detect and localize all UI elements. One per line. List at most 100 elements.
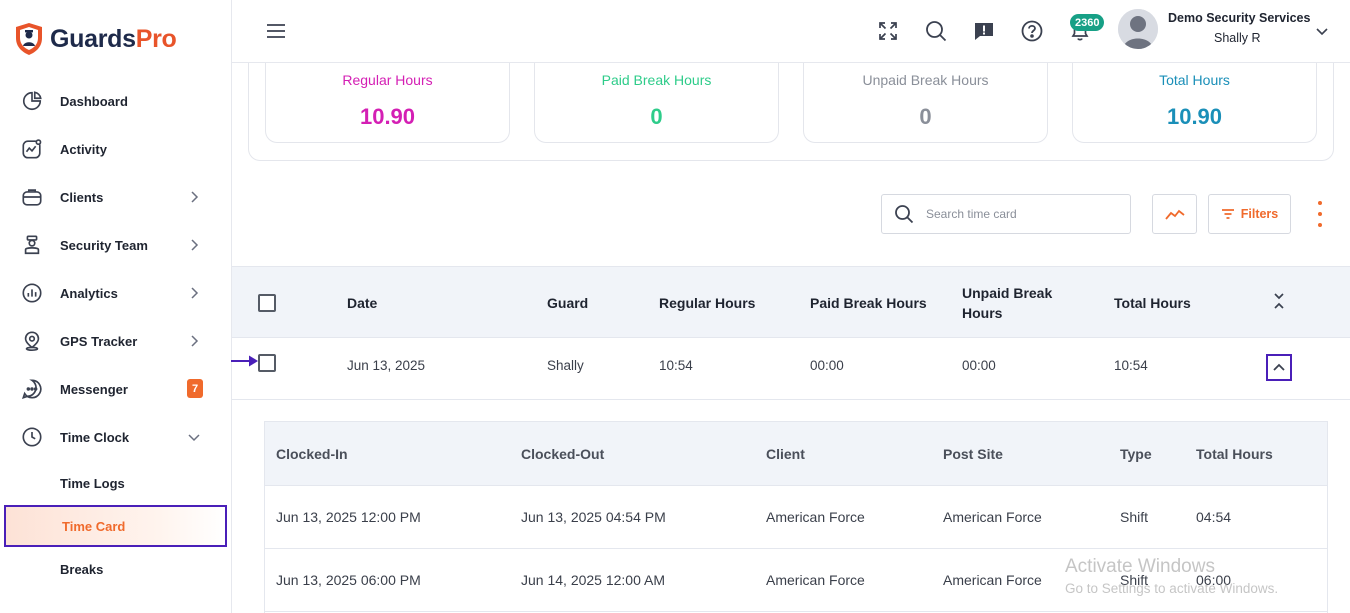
sidebar-subitem-breaks[interactable]: Breaks <box>0 547 231 591</box>
column-header-clocked-out: Clocked-Out <box>521 446 605 462</box>
user-company[interactable]: Demo Security Services <box>1168 11 1310 25</box>
cell-unpaid-break-hours: 00:00 <box>962 358 996 373</box>
column-header-guard[interactable]: Guard <box>547 295 588 311</box>
column-header-date[interactable]: Date <box>347 295 377 311</box>
column-header-regular-hours[interactable]: Regular Hours <box>659 295 755 311</box>
column-header-total-hours[interactable]: Total Hours <box>1114 295 1191 311</box>
cell-clocked-in: Jun 13, 2025 06:00 PM <box>276 572 421 588</box>
trend-chart-button[interactable] <box>1152 194 1197 234</box>
cell-total-hours: 04:54 <box>1196 509 1232 525</box>
collapse-all-icon[interactable] <box>1270 291 1288 311</box>
column-header-total-hours: Total Hours <box>1196 446 1273 462</box>
sidebar-item-label: Dashboard <box>60 93 128 109</box>
avatar[interactable] <box>1118 9 1158 49</box>
pie-chart-icon <box>20 89 44 113</box>
cell-client: American Force <box>766 509 865 525</box>
filters-button[interactable]: Filters <box>1208 194 1291 234</box>
column-header-paid-break-hours[interactable]: Paid Break Hours <box>810 295 927 311</box>
column-header-unpaid-break-line2[interactable]: Hours <box>962 305 1002 321</box>
help-icon[interactable] <box>1020 19 1044 43</box>
cell-total-hours: 10:54 <box>1114 358 1148 373</box>
cell-post-site: American Force <box>943 572 1042 588</box>
shift-details-header: Clocked-In Clocked-Out Client Post Site … <box>265 422 1327 486</box>
analytics-icon <box>20 281 44 305</box>
user-name[interactable]: Shally R <box>1214 31 1261 45</box>
chevron-right-icon <box>191 335 199 347</box>
top-header: 2360 Demo Security Services Shally R <box>232 0 1350 63</box>
chevron-right-icon <box>191 239 199 251</box>
sidebar-item-label: Time Clock <box>60 429 130 445</box>
sidebar: GuardsPro Dashboard Activity Clients Sec… <box>0 0 232 613</box>
sidebar-item-messenger[interactable]: Messenger 7 <box>0 365 231 413</box>
chevron-down-icon <box>188 434 200 442</box>
sidebar-item-label: Analytics <box>60 285 118 301</box>
summary-card-regular-hours: Regular Hours 10.90 <box>265 50 510 143</box>
hamburger-menu-icon[interactable] <box>266 23 286 39</box>
column-header-clocked-in: Clocked-In <box>276 446 348 462</box>
cell-guard: Shally <box>547 358 584 373</box>
row-checkbox[interactable] <box>258 354 276 372</box>
sidebar-item-gps-tracker[interactable]: GPS Tracker <box>0 317 231 365</box>
card-value: 0 <box>919 104 932 129</box>
table-row[interactable]: Jun 13, 2025 Shally 10:54 00:00 00:00 10… <box>232 338 1350 400</box>
chevron-right-icon <box>191 191 199 203</box>
sidebar-subitem-time-logs[interactable]: Time Logs <box>0 461 231 505</box>
more-options-icon[interactable] <box>1311 201 1329 227</box>
sidebar-item-clients[interactable]: Clients <box>0 173 231 221</box>
logo-text-part2: Pro <box>135 24 177 53</box>
sidebar-item-analytics[interactable]: Analytics <box>0 269 231 317</box>
sidebar-item-label: GPS Tracker <box>60 333 138 349</box>
summary-card-unpaid-break-hours: Unpaid Break Hours 0 <box>803 50 1048 143</box>
column-header-unpaid-break-line1[interactable]: Unpaid Break <box>962 285 1052 301</box>
feedback-icon[interactable] <box>972 19 996 43</box>
row-expand-button[interactable] <box>1266 354 1292 381</box>
sidebar-item-label: Activity <box>60 141 107 157</box>
chevron-up-icon <box>1273 363 1285 371</box>
sidebar-subitem-time-card[interactable]: Time Card <box>4 505 227 547</box>
search-input[interactable] <box>926 207 1116 221</box>
shield-logo-icon <box>16 23 42 55</box>
chevron-down-icon[interactable] <box>1315 24 1329 38</box>
filters-label: Filters <box>1240 207 1279 221</box>
card-label: Regular Hours <box>342 72 433 88</box>
column-header-post-site: Post Site <box>943 446 1003 462</box>
sidebar-item-dashboard[interactable]: Dashboard <box>0 77 231 125</box>
trend-line-icon <box>1164 209 1185 220</box>
activate-windows-subtitle: Go to Settings to activate Windows. <box>1065 581 1279 596</box>
annotation-arrow-icon <box>231 355 258 367</box>
search-box[interactable] <box>881 194 1131 234</box>
fullscreen-icon[interactable] <box>876 19 900 43</box>
table-header: Date Guard Regular Hours Paid Break Hour… <box>232 266 1350 338</box>
select-all-checkbox[interactable] <box>258 294 276 312</box>
clock-icon <box>20 425 44 449</box>
card-label: Paid Break Hours <box>601 72 712 88</box>
sidebar-item-label: Messenger <box>60 381 128 397</box>
cell-date: Jun 13, 2025 <box>347 358 426 373</box>
card-label: Unpaid Break Hours <box>862 72 989 88</box>
cell-regular-hours: 10:54 <box>659 358 693 373</box>
card-value: 10.90 <box>359 104 416 129</box>
logo-text: GuardsPro <box>50 25 177 54</box>
chevron-right-icon <box>191 287 199 299</box>
sidebar-nav: Dashboard Activity Clients Security Team… <box>0 77 231 591</box>
cell-paid-break-hours: 00:00 <box>810 358 844 373</box>
column-header-client: Client <box>766 446 805 462</box>
logo-text-part1: Guards <box>50 24 136 53</box>
filter-icon <box>1221 209 1234 219</box>
activate-windows-title: Activate Windows <box>1065 556 1215 577</box>
cell-clocked-in: Jun 13, 2025 12:00 PM <box>276 509 421 525</box>
sidebar-item-label: Security Team <box>60 237 148 253</box>
sidebar-item-label: Clients <box>60 189 104 205</box>
cell-client: American Force <box>766 572 865 588</box>
messenger-count-badge: 7 <box>187 379 203 398</box>
logo[interactable]: GuardsPro <box>14 22 177 56</box>
sidebar-item-activity[interactable]: Activity <box>0 125 231 173</box>
column-header-type: Type <box>1120 446 1152 462</box>
cell-clocked-out: Jun 13, 2025 04:54 PM <box>521 509 666 525</box>
search-icon[interactable] <box>924 19 948 43</box>
sidebar-item-time-clock[interactable]: Time Clock <box>0 413 231 461</box>
notification-count-badge: 2360 <box>1070 14 1105 31</box>
cell-clocked-out: Jun 14, 2025 12:00 AM <box>521 572 665 588</box>
app-root: GuardsPro Dashboard Activity Clients Sec… <box>0 0 1350 613</box>
sidebar-item-security-team[interactable]: Security Team <box>0 221 231 269</box>
